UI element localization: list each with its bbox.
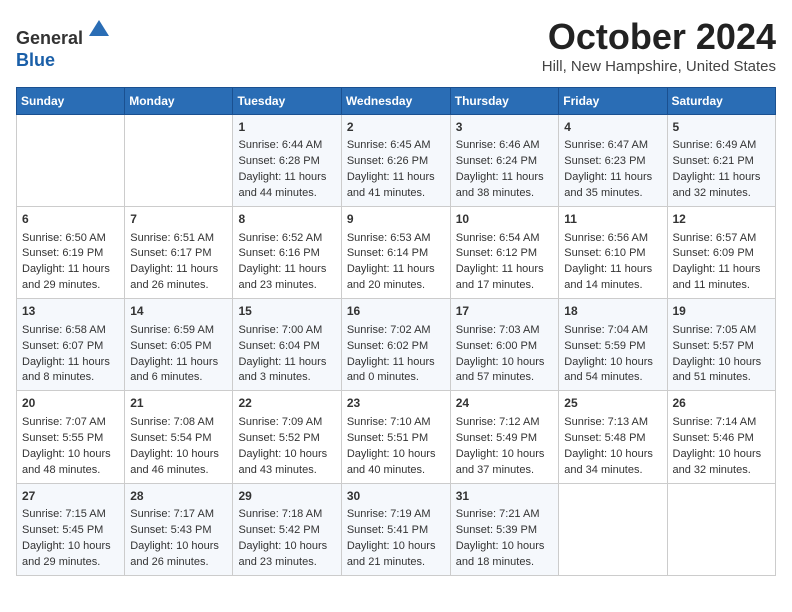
logo: General Blue	[16, 16, 113, 71]
day-number: 29	[238, 488, 335, 505]
day-number: 23	[347, 395, 445, 412]
calendar-cell: 23Sunrise: 7:10 AMSunset: 5:51 PMDayligh…	[341, 391, 450, 483]
day-number: 16	[347, 303, 445, 320]
day-number: 28	[130, 488, 227, 505]
calendar-cell: 1Sunrise: 6:44 AMSunset: 6:28 PMDaylight…	[233, 115, 341, 207]
day-number: 5	[673, 119, 771, 136]
header-cell-friday: Friday	[559, 88, 667, 115]
calendar-cell: 22Sunrise: 7:09 AMSunset: 5:52 PMDayligh…	[233, 391, 341, 483]
day-number: 10	[456, 211, 554, 228]
calendar-week-row: 6Sunrise: 6:50 AMSunset: 6:19 PMDaylight…	[17, 207, 776, 299]
calendar-cell: 24Sunrise: 7:12 AMSunset: 5:49 PMDayligh…	[450, 391, 559, 483]
header-cell-saturday: Saturday	[667, 88, 776, 115]
calendar-cell	[125, 115, 233, 207]
day-number: 27	[22, 488, 119, 505]
header-cell-wednesday: Wednesday	[341, 88, 450, 115]
day-number: 24	[456, 395, 554, 412]
day-number: 20	[22, 395, 119, 412]
calendar-cell: 5Sunrise: 6:49 AMSunset: 6:21 PMDaylight…	[667, 115, 776, 207]
page-header: General Blue October 2024 Hill, New Hamp…	[16, 16, 776, 75]
calendar-cell	[17, 115, 125, 207]
calendar-table: SundayMondayTuesdayWednesdayThursdayFrid…	[16, 87, 776, 576]
day-number: 26	[673, 395, 771, 412]
day-number: 14	[130, 303, 227, 320]
day-number: 22	[238, 395, 335, 412]
calendar-cell: 26Sunrise: 7:14 AMSunset: 5:46 PMDayligh…	[667, 391, 776, 483]
day-number: 11	[564, 211, 661, 228]
calendar-cell: 11Sunrise: 6:56 AMSunset: 6:10 PMDayligh…	[559, 207, 667, 299]
calendar-cell: 30Sunrise: 7:19 AMSunset: 5:41 PMDayligh…	[341, 483, 450, 575]
calendar-cell: 21Sunrise: 7:08 AMSunset: 5:54 PMDayligh…	[125, 391, 233, 483]
calendar-week-row: 13Sunrise: 6:58 AMSunset: 6:07 PMDayligh…	[17, 299, 776, 391]
day-number: 21	[130, 395, 227, 412]
day-number: 4	[564, 119, 661, 136]
calendar-cell: 20Sunrise: 7:07 AMSunset: 5:55 PMDayligh…	[17, 391, 125, 483]
day-number: 2	[347, 119, 445, 136]
month-title: October 2024	[542, 16, 776, 58]
day-number: 7	[130, 211, 227, 228]
day-number: 1	[238, 119, 335, 136]
calendar-cell: 14Sunrise: 6:59 AMSunset: 6:05 PMDayligh…	[125, 299, 233, 391]
day-number: 19	[673, 303, 771, 320]
header-cell-thursday: Thursday	[450, 88, 559, 115]
calendar-week-row: 1Sunrise: 6:44 AMSunset: 6:28 PMDaylight…	[17, 115, 776, 207]
calendar-cell: 25Sunrise: 7:13 AMSunset: 5:48 PMDayligh…	[559, 391, 667, 483]
day-number: 8	[238, 211, 335, 228]
calendar-cell: 18Sunrise: 7:04 AMSunset: 5:59 PMDayligh…	[559, 299, 667, 391]
header-cell-sunday: Sunday	[17, 88, 125, 115]
calendar-cell: 4Sunrise: 6:47 AMSunset: 6:23 PMDaylight…	[559, 115, 667, 207]
day-number: 15	[238, 303, 335, 320]
calendar-cell: 27Sunrise: 7:15 AMSunset: 5:45 PMDayligh…	[17, 483, 125, 575]
calendar-cell: 17Sunrise: 7:03 AMSunset: 6:00 PMDayligh…	[450, 299, 559, 391]
calendar-cell: 6Sunrise: 6:50 AMSunset: 6:19 PMDaylight…	[17, 207, 125, 299]
calendar-cell	[667, 483, 776, 575]
calendar-cell: 31Sunrise: 7:21 AMSunset: 5:39 PMDayligh…	[450, 483, 559, 575]
calendar-cell: 3Sunrise: 6:46 AMSunset: 6:24 PMDaylight…	[450, 115, 559, 207]
day-number: 3	[456, 119, 554, 136]
calendar-week-row: 20Sunrise: 7:07 AMSunset: 5:55 PMDayligh…	[17, 391, 776, 483]
calendar-cell: 16Sunrise: 7:02 AMSunset: 6:02 PMDayligh…	[341, 299, 450, 391]
header-cell-monday: Monday	[125, 88, 233, 115]
day-number: 13	[22, 303, 119, 320]
day-number: 12	[673, 211, 771, 228]
day-number: 9	[347, 211, 445, 228]
day-number: 6	[22, 211, 119, 228]
day-number: 31	[456, 488, 554, 505]
title-area: October 2024 Hill, New Hampshire, United…	[542, 16, 776, 75]
calendar-week-row: 27Sunrise: 7:15 AMSunset: 5:45 PMDayligh…	[17, 483, 776, 575]
calendar-cell: 29Sunrise: 7:18 AMSunset: 5:42 PMDayligh…	[233, 483, 341, 575]
calendar-cell: 19Sunrise: 7:05 AMSunset: 5:57 PMDayligh…	[667, 299, 776, 391]
calendar-body: 1Sunrise: 6:44 AMSunset: 6:28 PMDaylight…	[17, 115, 776, 576]
header-cell-tuesday: Tuesday	[233, 88, 341, 115]
calendar-cell: 10Sunrise: 6:54 AMSunset: 6:12 PMDayligh…	[450, 207, 559, 299]
calendar-cell: 2Sunrise: 6:45 AMSunset: 6:26 PMDaylight…	[341, 115, 450, 207]
day-number: 25	[564, 395, 661, 412]
day-number: 30	[347, 488, 445, 505]
day-number: 17	[456, 303, 554, 320]
logo-icon	[85, 16, 113, 44]
calendar-cell: 28Sunrise: 7:17 AMSunset: 5:43 PMDayligh…	[125, 483, 233, 575]
calendar-cell: 12Sunrise: 6:57 AMSunset: 6:09 PMDayligh…	[667, 207, 776, 299]
calendar-cell	[559, 483, 667, 575]
day-number: 18	[564, 303, 661, 320]
calendar-cell: 15Sunrise: 7:00 AMSunset: 6:04 PMDayligh…	[233, 299, 341, 391]
header-row: SundayMondayTuesdayWednesdayThursdayFrid…	[17, 88, 776, 115]
calendar-cell: 13Sunrise: 6:58 AMSunset: 6:07 PMDayligh…	[17, 299, 125, 391]
logo-text: General Blue	[16, 16, 113, 71]
calendar-cell: 7Sunrise: 6:51 AMSunset: 6:17 PMDaylight…	[125, 207, 233, 299]
calendar-header: SundayMondayTuesdayWednesdayThursdayFrid…	[17, 88, 776, 115]
calendar-cell: 9Sunrise: 6:53 AMSunset: 6:14 PMDaylight…	[341, 207, 450, 299]
location-title: Hill, New Hampshire, United States	[542, 58, 776, 75]
calendar-cell: 8Sunrise: 6:52 AMSunset: 6:16 PMDaylight…	[233, 207, 341, 299]
